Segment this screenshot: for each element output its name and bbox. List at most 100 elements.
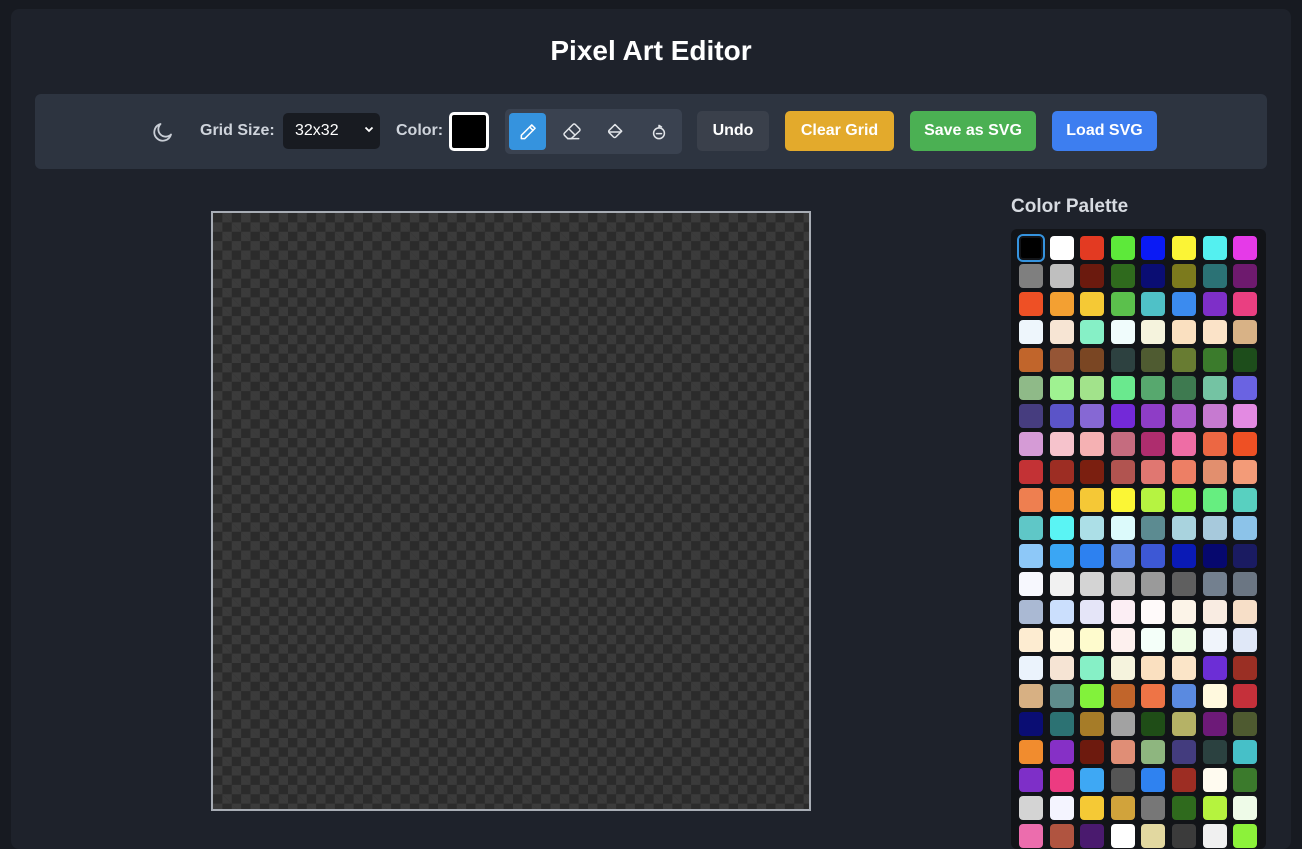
palette-color-swatch[interactable] xyxy=(1080,656,1105,680)
palette-color-swatch[interactable] xyxy=(1233,432,1258,456)
palette-color-swatch[interactable] xyxy=(1019,600,1043,624)
palette-color-swatch[interactable] xyxy=(1171,236,1196,260)
palette-color-swatch[interactable] xyxy=(1171,796,1196,820)
palette-color-swatch[interactable] xyxy=(1171,488,1196,512)
palette-color-swatch[interactable] xyxy=(1049,236,1074,260)
palette-color-swatch[interactable] xyxy=(1202,628,1227,652)
palette-color-swatch[interactable] xyxy=(1080,628,1105,652)
palette-color-swatch[interactable] xyxy=(1110,432,1135,456)
palette-color-swatch[interactable] xyxy=(1202,600,1227,624)
palette-color-swatch[interactable] xyxy=(1049,628,1074,652)
palette-color-swatch[interactable] xyxy=(1049,264,1074,288)
palette-color-swatch[interactable] xyxy=(1202,348,1227,372)
palette-color-swatch[interactable] xyxy=(1171,404,1196,428)
palette-color-swatch[interactable] xyxy=(1049,684,1074,708)
palette-color-swatch[interactable] xyxy=(1049,712,1074,736)
palette-color-swatch[interactable] xyxy=(1202,236,1227,260)
palette-color-swatch[interactable] xyxy=(1202,516,1227,540)
palette-color-swatch[interactable] xyxy=(1202,292,1227,316)
palette-color-swatch[interactable] xyxy=(1171,768,1196,792)
palette-color-swatch[interactable] xyxy=(1080,684,1105,708)
palette-color-swatch[interactable] xyxy=(1080,712,1105,736)
palette-color-swatch[interactable] xyxy=(1080,264,1105,288)
palette-color-swatch[interactable] xyxy=(1110,236,1135,260)
palette-color-swatch[interactable] xyxy=(1233,656,1258,680)
palette-color-swatch[interactable] xyxy=(1202,768,1227,792)
palette-color-swatch[interactable] xyxy=(1171,292,1196,316)
palette-color-swatch[interactable] xyxy=(1019,768,1043,792)
palette-color-swatch[interactable] xyxy=(1202,656,1227,680)
palette-color-swatch[interactable] xyxy=(1202,684,1227,708)
palette-color-swatch[interactable] xyxy=(1019,656,1043,680)
palette-color-swatch[interactable] xyxy=(1171,376,1196,400)
palette-color-swatch[interactable] xyxy=(1141,628,1166,652)
palette-color-swatch[interactable] xyxy=(1233,292,1258,316)
palette-color-swatch[interactable] xyxy=(1233,460,1258,484)
palette-color-swatch[interactable] xyxy=(1080,460,1105,484)
palette-color-swatch[interactable] xyxy=(1202,264,1227,288)
palette-color-swatch[interactable] xyxy=(1171,740,1196,764)
palette-color-swatch[interactable] xyxy=(1049,460,1074,484)
palette-color-swatch[interactable] xyxy=(1202,544,1227,568)
palette-color-swatch[interactable] xyxy=(1019,796,1043,820)
palette-color-swatch[interactable] xyxy=(1049,320,1074,344)
palette-color-swatch[interactable] xyxy=(1110,712,1135,736)
palette-color-swatch[interactable] xyxy=(1171,628,1196,652)
palette-color-swatch[interactable] xyxy=(1019,516,1043,540)
palette-color-swatch[interactable] xyxy=(1141,488,1166,512)
palette-color-swatch[interactable] xyxy=(1110,348,1135,372)
palette-color-swatch[interactable] xyxy=(1141,796,1166,820)
palette-color-swatch[interactable] xyxy=(1141,348,1166,372)
palette-color-swatch[interactable] xyxy=(1110,684,1135,708)
palette-color-swatch[interactable] xyxy=(1110,488,1135,512)
palette-color-swatch[interactable] xyxy=(1110,768,1135,792)
pixel-canvas[interactable] xyxy=(211,211,811,811)
palette-color-swatch[interactable] xyxy=(1049,600,1074,624)
palette-color-swatch[interactable] xyxy=(1202,740,1227,764)
palette-color-swatch[interactable] xyxy=(1110,292,1135,316)
palette-color-swatch[interactable] xyxy=(1049,572,1074,596)
palette-color-swatch[interactable] xyxy=(1019,824,1043,848)
palette-color-swatch[interactable] xyxy=(1080,796,1105,820)
palette-color-swatch[interactable] xyxy=(1110,264,1135,288)
palette-color-swatch[interactable] xyxy=(1141,600,1166,624)
palette-color-swatch[interactable] xyxy=(1080,292,1105,316)
palette-color-swatch[interactable] xyxy=(1049,656,1074,680)
palette-color-swatch[interactable] xyxy=(1141,236,1166,260)
palette-color-swatch[interactable] xyxy=(1202,460,1227,484)
palette-color-swatch[interactable] xyxy=(1019,376,1043,400)
palette-color-swatch[interactable] xyxy=(1233,712,1258,736)
palette-color-swatch[interactable] xyxy=(1233,236,1258,260)
palette-color-swatch[interactable] xyxy=(1202,796,1227,820)
palette-color-swatch[interactable] xyxy=(1233,544,1258,568)
palette-color-swatch[interactable] xyxy=(1233,796,1258,820)
palette-color-swatch[interactable] xyxy=(1171,684,1196,708)
grid-size-select[interactable]: 32x32 xyxy=(283,113,380,149)
palette-color-swatch[interactable] xyxy=(1171,348,1196,372)
palette-color-swatch[interactable] xyxy=(1171,544,1196,568)
palette-color-swatch[interactable] xyxy=(1141,376,1166,400)
palette-color-swatch[interactable] xyxy=(1080,572,1105,596)
palette-color-swatch[interactable] xyxy=(1080,600,1105,624)
palette-color-swatch[interactable] xyxy=(1171,460,1196,484)
palette-color-swatch[interactable] xyxy=(1019,488,1043,512)
palette-color-swatch[interactable] xyxy=(1080,488,1105,512)
palette-color-swatch[interactable] xyxy=(1141,264,1166,288)
palette-color-swatch[interactable] xyxy=(1141,824,1166,848)
palette-color-swatch[interactable] xyxy=(1202,712,1227,736)
palette-color-swatch[interactable] xyxy=(1110,516,1135,540)
palette-color-swatch[interactable] xyxy=(1049,404,1074,428)
palette-color-swatch[interactable] xyxy=(1141,684,1166,708)
palette-color-swatch[interactable] xyxy=(1019,404,1043,428)
palette-color-swatch[interactable] xyxy=(1049,824,1074,848)
palette-color-swatch[interactable] xyxy=(1233,684,1258,708)
palette-color-swatch[interactable] xyxy=(1202,488,1227,512)
palette-color-swatch[interactable] xyxy=(1080,768,1105,792)
palette-color-swatch[interactable] xyxy=(1080,516,1105,540)
palette-color-swatch[interactable] xyxy=(1171,712,1196,736)
pencil-tool-button[interactable] xyxy=(509,113,546,150)
palette-color-swatch[interactable] xyxy=(1171,320,1196,344)
palette-color-swatch[interactable] xyxy=(1202,404,1227,428)
load-svg-button[interactable]: Load SVG xyxy=(1052,111,1157,151)
palette-color-swatch[interactable] xyxy=(1202,824,1227,848)
